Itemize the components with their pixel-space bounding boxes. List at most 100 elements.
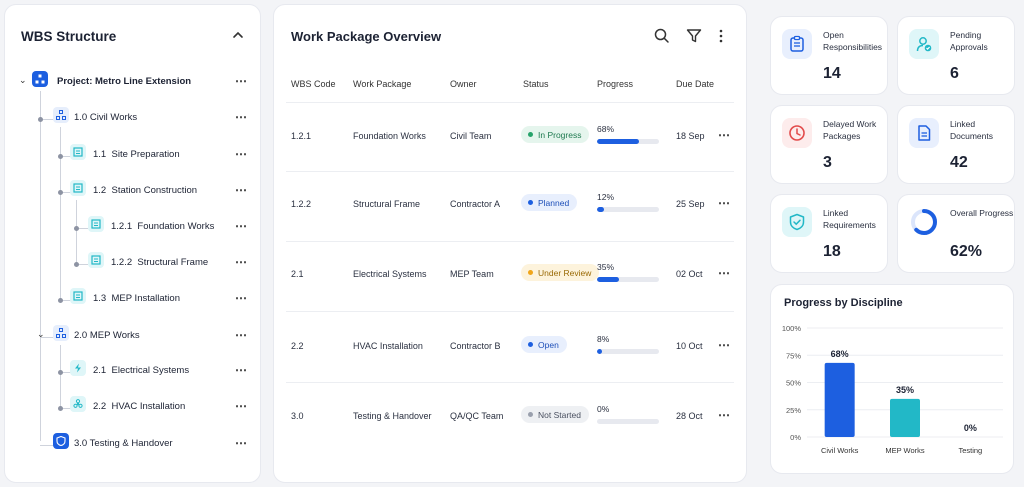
clock-icon xyxy=(782,118,812,148)
stat-card-pending-approvals[interactable]: Pending Approvals 6 xyxy=(897,16,1015,95)
wbs-item-label: MEP Installation xyxy=(111,293,180,304)
wbs-item-foundation-works[interactable]: 1.2.1 Foundation Works ⋯ xyxy=(5,216,262,240)
wbs-item-mep-installation[interactable]: 1.3 MEP Installation ⋯ xyxy=(5,288,262,312)
y-tick-label: 25% xyxy=(786,406,801,415)
stat-label: Pending Approvals xyxy=(950,30,988,52)
owner-cell: QA/QC Team xyxy=(450,411,504,421)
progress-bar xyxy=(597,207,659,212)
stat-value: 14 xyxy=(823,65,841,82)
stat-label: Overall Progress xyxy=(950,208,1014,218)
more-options-icon[interactable]: ⋯ xyxy=(235,328,248,342)
hierarchy-icon xyxy=(53,107,69,123)
wbs-item-label: Site Preparation xyxy=(111,149,180,160)
filter-icon[interactable] xyxy=(685,27,703,45)
progress-bar xyxy=(597,139,659,144)
more-vertical-icon[interactable] xyxy=(717,27,725,45)
wbs-item-code: 1.3 xyxy=(93,293,107,304)
work-package-cell[interactable]: Electrical Systems xyxy=(353,269,427,279)
row-more-options-icon[interactable]: ⋯ xyxy=(718,266,731,280)
work-package-cell[interactable]: Testing & Handover xyxy=(353,411,432,421)
task-icon xyxy=(88,216,104,232)
task-icon xyxy=(70,180,86,196)
column-header-progress[interactable]: Progress xyxy=(597,79,633,89)
work-package-cell[interactable]: HVAC Installation xyxy=(353,341,423,351)
y-tick-label: 75% xyxy=(786,351,801,360)
lightning-icon xyxy=(70,360,86,376)
wbs-title: WBS Structure xyxy=(21,29,117,44)
status-label: Open xyxy=(538,339,559,350)
wbs-item-site-preparation[interactable]: 1.1 Site Preparation ⋯ xyxy=(5,144,262,168)
wbs-item-code: 1.2 xyxy=(93,185,107,196)
owner-cell: Civil Team xyxy=(450,131,492,141)
search-icon[interactable] xyxy=(653,27,671,45)
bar-civil-works[interactable] xyxy=(824,362,855,437)
y-tick-label: 100% xyxy=(782,324,802,333)
row-more-options-icon[interactable]: ⋯ xyxy=(718,338,731,352)
wbs-item-label: HVAC Installation xyxy=(111,401,186,412)
stat-value: 62% xyxy=(950,243,983,260)
wbs-item-testing-handover[interactable]: 3.0 Testing & Handover ⋯ xyxy=(5,433,262,457)
due-date-cell: 02 Oct xyxy=(676,269,703,279)
hierarchy-icon xyxy=(53,325,69,341)
more-options-icon[interactable]: ⋯ xyxy=(235,147,248,161)
wbs-item-structural-frame[interactable]: 1.2.2 Structural Frame ⋯ xyxy=(5,252,262,276)
work-package-cell[interactable]: Structural Frame xyxy=(353,199,420,209)
wbs-item-code: 1.1 xyxy=(93,149,107,160)
stat-card-overall-progress[interactable]: Overall Progress 62% xyxy=(897,194,1015,273)
more-options-icon[interactable]: ⋯ xyxy=(235,399,248,413)
document-icon xyxy=(909,118,939,148)
column-header-owner[interactable]: Owner xyxy=(450,79,477,89)
more-options-icon[interactable]: ⋯ xyxy=(235,183,248,197)
work-package-cell[interactable]: Foundation Works xyxy=(353,131,426,141)
more-options-icon[interactable]: ⋯ xyxy=(235,291,248,305)
status-label: In Progress xyxy=(538,129,582,140)
status-badge: Under Review xyxy=(521,264,600,281)
task-icon xyxy=(70,288,86,304)
wbs-item-civil-works[interactable]: 1.0 Civil Works ⋯ xyxy=(5,107,262,131)
column-header-work-package[interactable]: Work Package xyxy=(353,79,411,89)
wbs-item-hvac-installation[interactable]: 2.2 HVAC Installation ⋯ xyxy=(5,396,262,420)
bar-value-label: 68% xyxy=(831,349,849,359)
wbs-item-station-construction[interactable]: 1.2 Station Construction ⋯ xyxy=(5,180,262,204)
stat-value: 42 xyxy=(950,154,968,171)
progress-ring-icon xyxy=(909,207,939,237)
chevron-down-icon[interactable]: ⌄ xyxy=(37,329,45,340)
more-options-icon[interactable]: ⋯ xyxy=(235,436,248,450)
user-check-icon xyxy=(909,29,939,59)
row-more-options-icon[interactable]: ⋯ xyxy=(718,196,731,210)
more-options-icon[interactable]: ⋯ xyxy=(235,255,248,269)
stat-value: 3 xyxy=(823,154,832,171)
wbs-item-label: Project: Metro Line Extension xyxy=(57,76,192,87)
stat-card-linked-documents[interactable]: Linked Documents 42 xyxy=(897,105,1015,184)
column-header-status[interactable]: Status xyxy=(523,79,549,89)
stat-card-linked-requirements[interactable]: Linked Requirements 18 xyxy=(770,194,888,273)
due-date-cell: 28 Oct xyxy=(676,411,703,421)
stat-label: Open Responsibilities xyxy=(823,30,883,52)
wbs-item-mep-works[interactable]: ⌄ 2.0 MEP Works ⋯ xyxy=(5,325,262,349)
wbs-code-cell: 1.2.2 xyxy=(291,199,312,209)
wbs-item-electrical-systems[interactable]: 2.1 Electrical Systems ⋯ xyxy=(5,360,262,384)
status-badge: In Progress xyxy=(521,126,590,143)
task-icon xyxy=(88,252,104,268)
more-options-icon[interactable]: ⋯ xyxy=(235,363,248,377)
wbs-panel: WBS Structure ⌄ Project: Metro Line Exte… xyxy=(4,4,261,483)
status-label: Not Started xyxy=(538,409,581,420)
row-more-options-icon[interactable]: ⋯ xyxy=(718,128,731,142)
more-options-icon[interactable]: ⋯ xyxy=(235,110,248,124)
due-date-cell: 10 Oct xyxy=(676,341,703,351)
stat-label: Linked Documents xyxy=(950,119,993,141)
more-options-icon[interactable]: ⋯ xyxy=(235,74,248,88)
chevron-up-icon[interactable] xyxy=(230,27,246,43)
stat-card-delayed-work-packages[interactable]: Delayed Work Packages 3 xyxy=(770,105,888,184)
progress-bar xyxy=(597,419,659,424)
stat-card-open-responsibilities[interactable]: Open Responsibilities 14 xyxy=(770,16,888,95)
fan-icon xyxy=(70,396,86,412)
bar-mep-works[interactable] xyxy=(890,398,920,437)
wbs-item-project[interactable]: ⌄ Project: Metro Line Extension ⋯ xyxy=(5,71,262,95)
column-header-due-date[interactable]: Due Date xyxy=(676,79,714,89)
more-options-icon[interactable]: ⋯ xyxy=(235,219,248,233)
row-more-options-icon[interactable]: ⋯ xyxy=(718,408,731,422)
column-header-wbs-code[interactable]: WBS Code xyxy=(291,79,336,89)
progress-label: 12% xyxy=(597,192,615,202)
chevron-down-icon[interactable]: ⌄ xyxy=(19,75,27,86)
